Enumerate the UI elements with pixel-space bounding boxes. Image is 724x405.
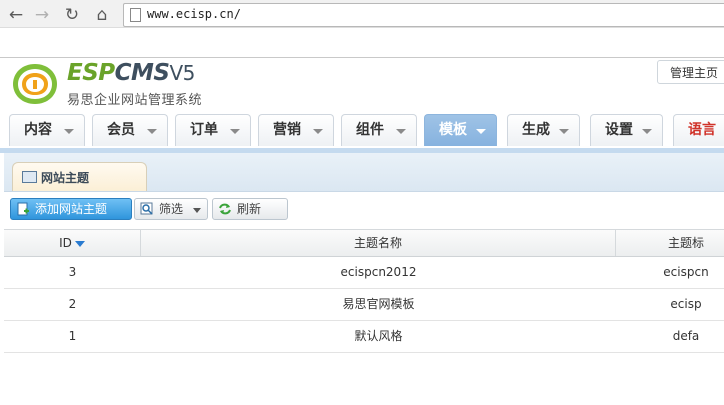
brand-subtitle: 易思企业网站管理系统 bbox=[67, 93, 203, 108]
cell-name: 默认风格 bbox=[354, 329, 403, 343]
column-dir-label: 主题标 bbox=[667, 236, 704, 250]
chevron-down-icon bbox=[396, 129, 406, 134]
monitor-icon bbox=[22, 171, 37, 183]
cell-id: 3 bbox=[68, 265, 77, 279]
filter-search-icon bbox=[140, 202, 153, 215]
tab-website-theme[interactable]: 网站主题 bbox=[12, 162, 147, 191]
menu-label: 设置 bbox=[605, 122, 633, 138]
menu-label: 组件 bbox=[356, 122, 384, 138]
menu-label: 会员 bbox=[107, 122, 135, 138]
theme-table: ID 主题名称 主题标 3 ecispcn2012 ecispcn 2 易思官网… bbox=[4, 229, 724, 353]
chevron-down-icon bbox=[476, 129, 486, 134]
menu-label: 内容 bbox=[24, 122, 52, 138]
table-row[interactable]: 2 易思官网模板 ecisp bbox=[4, 289, 724, 321]
menu-label: 订单 bbox=[190, 122, 218, 138]
cell-id: 1 bbox=[68, 329, 77, 343]
cell-id: 2 bbox=[68, 297, 77, 311]
admin-home-link[interactable]: 管理主页 bbox=[657, 60, 724, 84]
menu-members[interactable]: 会员 bbox=[92, 114, 168, 146]
reload-icon[interactable]: ↻ bbox=[61, 4, 83, 26]
add-theme-label: 添加网站主题 bbox=[35, 202, 108, 216]
brand-cms: CMS bbox=[114, 60, 170, 86]
address-bar[interactable]: www.ecisp.cn/ bbox=[123, 3, 724, 27]
refresh-icon bbox=[219, 203, 231, 215]
browser-toolbar: ← → ↻ ⌂ www.ecisp.cn/ bbox=[0, 0, 724, 58]
menu-settings[interactable]: 设置 bbox=[590, 114, 663, 146]
brand-name: ESPCMSV5 bbox=[67, 60, 195, 86]
tab-label: 网站主题 bbox=[41, 171, 90, 185]
column-header-dir[interactable]: 主题标 bbox=[616, 230, 724, 256]
app-header: ESPCMSV5 易思企业网站管理系统 管理主页 bbox=[0, 58, 724, 110]
menu-label: 生成 bbox=[522, 122, 550, 138]
cell-dir: ecispcn bbox=[663, 265, 709, 279]
chevron-down-icon bbox=[64, 129, 74, 134]
column-name-label: 主题名称 bbox=[353, 236, 402, 250]
chevron-down-icon bbox=[193, 208, 201, 213]
add-theme-button[interactable]: 添加网站主题 bbox=[10, 198, 132, 220]
menu-content[interactable]: 内容 bbox=[9, 114, 85, 146]
menu-label: 语言 bbox=[688, 122, 716, 138]
brand-esp: ESP bbox=[67, 60, 115, 86]
cell-dir: defa bbox=[672, 329, 700, 343]
home-icon[interactable]: ⌂ bbox=[91, 4, 113, 26]
sort-desc-icon bbox=[74, 240, 85, 247]
cell-name: 易思官网模板 bbox=[342, 297, 415, 311]
menu-generate[interactable]: 生成 bbox=[507, 114, 580, 146]
main-menu: 内容 会员 订单 营销 组件 模板 生成 设置 语言 bbox=[0, 112, 724, 153]
column-id-label: ID bbox=[59, 236, 72, 250]
chevron-down-icon bbox=[642, 129, 652, 134]
chevron-down-icon bbox=[147, 129, 157, 134]
table-row[interactable]: 3 ecispcn2012 ecispcn bbox=[4, 257, 724, 289]
espcms-logo-icon bbox=[13, 64, 57, 104]
cell-dir: ecisp bbox=[670, 297, 702, 311]
chevron-down-icon bbox=[313, 129, 323, 134]
brand-version: V5 bbox=[169, 61, 195, 85]
refresh-label: 刷新 bbox=[237, 202, 262, 216]
filter-label: 筛选 bbox=[159, 202, 184, 216]
chevron-down-icon bbox=[559, 129, 569, 134]
chevron-down-icon bbox=[230, 129, 240, 134]
content-header: 网站主题 bbox=[4, 153, 724, 192]
add-page-icon bbox=[17, 202, 29, 216]
cell-name: ecispcn2012 bbox=[340, 265, 417, 279]
menu-language[interactable]: 语言 bbox=[673, 114, 724, 146]
back-arrow-icon[interactable]: ← bbox=[5, 4, 27, 26]
forward-arrow-icon[interactable]: → bbox=[31, 4, 53, 26]
menu-label: 模板 bbox=[439, 122, 467, 138]
bookmark-bar bbox=[0, 27, 724, 57]
menu-label: 营销 bbox=[273, 122, 301, 138]
action-toolbar: 添加网站主题 筛选 刷新 bbox=[4, 192, 724, 228]
column-header-id[interactable]: ID bbox=[4, 230, 141, 256]
table-header: ID 主题名称 主题标 bbox=[4, 229, 724, 257]
refresh-button[interactable]: 刷新 bbox=[212, 198, 288, 220]
menu-templates[interactable]: 模板 bbox=[424, 114, 497, 146]
menu-marketing[interactable]: 营销 bbox=[258, 114, 334, 146]
column-header-name[interactable]: 主题名称 bbox=[141, 230, 616, 256]
filter-button[interactable]: 筛选 bbox=[134, 198, 208, 220]
menu-components[interactable]: 组件 bbox=[341, 114, 417, 146]
menu-orders[interactable]: 订单 bbox=[175, 114, 251, 146]
url-text[interactable]: www.ecisp.cn/ bbox=[147, 7, 241, 21]
table-row[interactable]: 1 默认风格 defa bbox=[4, 321, 724, 353]
page-icon bbox=[130, 8, 141, 22]
